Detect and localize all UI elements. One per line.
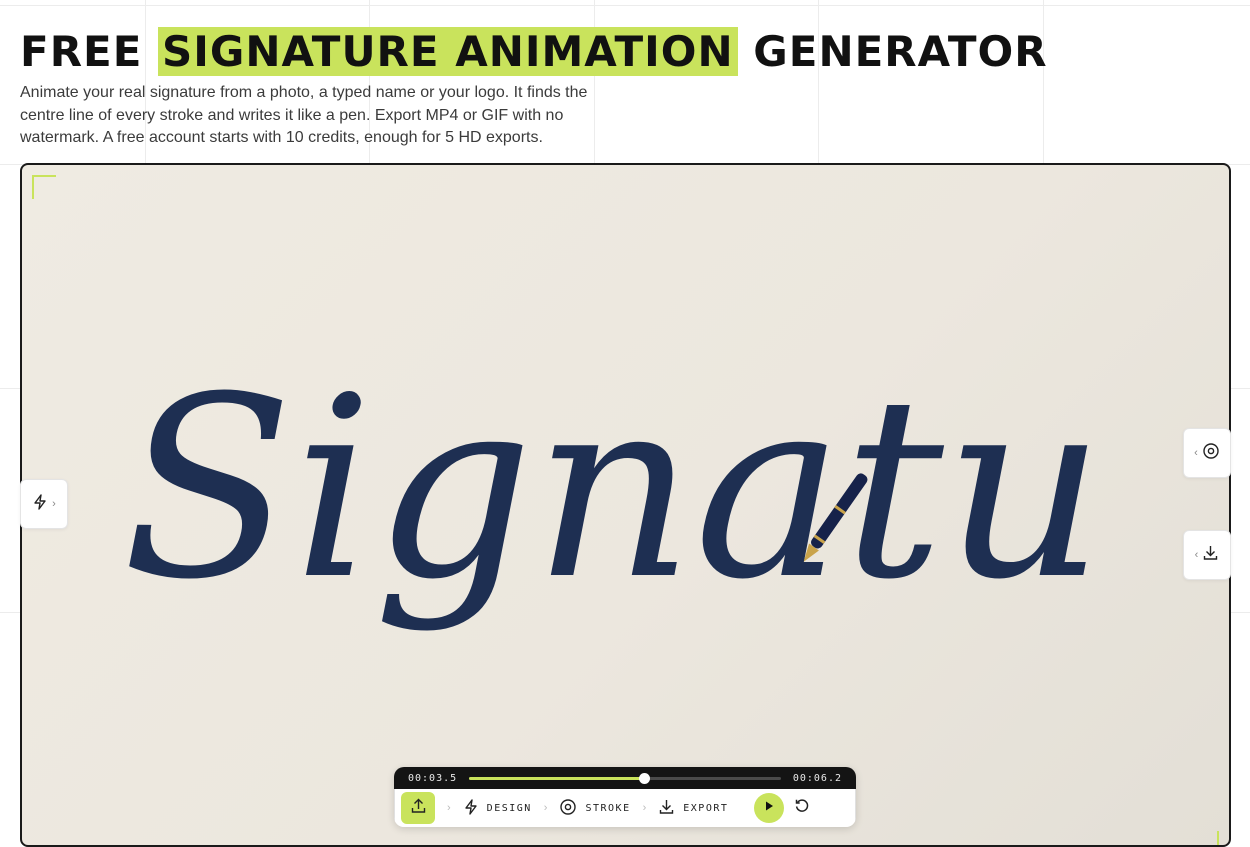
chevron-left-icon: ‹ [1194, 447, 1198, 459]
lightning-icon [32, 493, 48, 515]
corner-marker-bottom [1203, 831, 1219, 845]
step-stroke[interactable]: STROKE [559, 798, 630, 819]
hero-description: Animate your real signature from a photo… [20, 84, 588, 146]
current-time: 00:03.5 [408, 772, 458, 784]
title-highlight: SIGNATURE ANIMATION [158, 27, 738, 76]
download-icon [1202, 544, 1219, 566]
chevron-left-icon: ‹ [1194, 549, 1199, 561]
signature-text: Signatu [122, 343, 1105, 634]
playback-toolbar: 00:03.5 00:06.2 › DESIGN › STROKE › EXPO… [394, 767, 856, 827]
stroke-panel-toggle[interactable]: ‹ [1183, 428, 1231, 478]
step-design[interactable]: DESIGN [463, 798, 532, 818]
play-icon [763, 799, 775, 817]
download-icon [658, 798, 675, 818]
step-design-label: DESIGN [486, 802, 532, 814]
step-separator: › [642, 802, 647, 814]
step-bar: › DESIGN › STROKE › EXPORT [394, 789, 856, 827]
title-word-generator: GENERATOR [753, 27, 1048, 76]
scrubber-thumb[interactable] [638, 772, 650, 784]
lightning-icon [463, 798, 479, 818]
step-stroke-label: STROKE [585, 802, 631, 814]
step-export[interactable]: EXPORT [658, 798, 728, 818]
step-export-label: EXPORT [683, 802, 729, 814]
signature-canvas[interactable]: Signatu [20, 163, 1231, 847]
upload-button[interactable] [401, 792, 435, 824]
title-word-free: FREE [20, 27, 143, 76]
total-time: 00:06.2 [792, 772, 842, 784]
design-panel-toggle[interactable]: › [20, 479, 68, 529]
timeline-bar: 00:03.5 00:06.2 [394, 767, 856, 789]
play-button[interactable] [754, 793, 785, 823]
export-panel-toggle[interactable]: ‹ [1183, 530, 1231, 580]
step-separator: › [447, 802, 451, 814]
upload-icon [410, 797, 427, 819]
timeline-scrubber[interactable] [469, 772, 781, 784]
chevron-right-icon: › [52, 498, 56, 510]
signature-drawing: Signatu [122, 343, 1105, 634]
page-title: FREE SIGNATURE ANIMATION GENERATOR [20, 26, 1048, 78]
target-icon [1202, 442, 1220, 465]
replay-button[interactable] [794, 798, 810, 819]
timeline-progress [469, 776, 644, 780]
hero-section: FREE SIGNATURE ANIMATION GENERATOR Anima… [20, 26, 1048, 150]
target-icon [559, 798, 577, 819]
replay-icon [794, 798, 810, 819]
step-separator: › [543, 802, 548, 814]
